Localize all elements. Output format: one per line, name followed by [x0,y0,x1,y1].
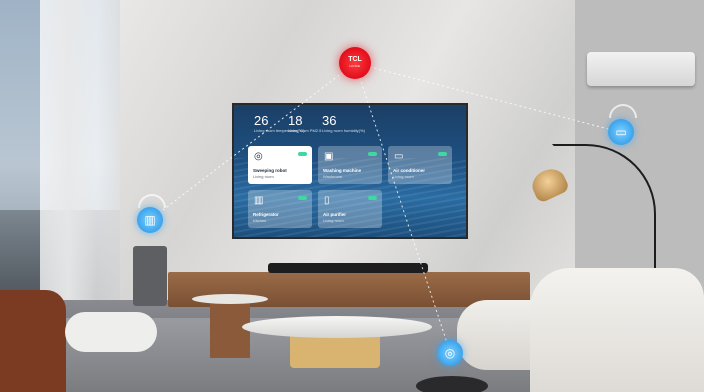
robot-icon: ◎ [444,346,456,360]
line-to-ac [354,62,621,133]
line-to-robot [354,62,451,353]
robot-node[interactable]: ◎ [437,340,463,366]
ac-icon: ▭ [615,125,627,139]
hub-sub: HOME [349,64,361,68]
fridge-node[interactable]: ▥ [137,207,163,233]
fridge-icon: ▥ [144,213,156,227]
tcl-home-hub[interactable]: TCL HOME [339,47,371,79]
hub-brand: TCL [348,56,362,63]
line-to-fridge [149,62,356,221]
ac-node[interactable]: ▭ [608,119,634,145]
living-room-scene: 26 Living room temperature(°C) 18 Living… [0,0,704,392]
